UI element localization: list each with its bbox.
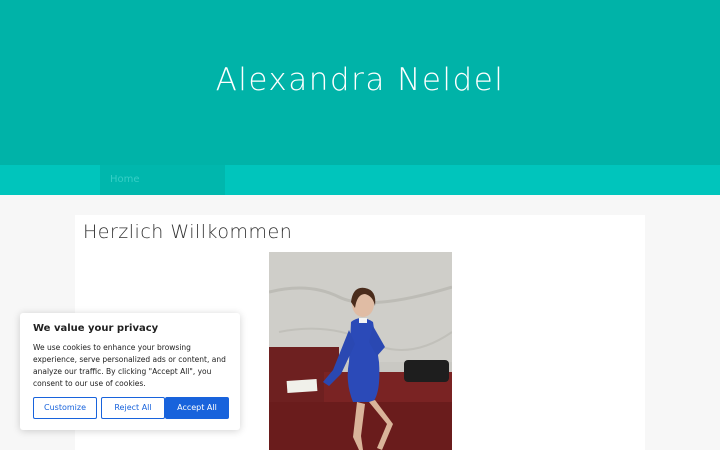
site-header: Alexandra Neldel: [0, 0, 720, 165]
featured-photo: [269, 252, 452, 450]
nav-item-home[interactable]: Home: [100, 165, 225, 195]
cookie-title: We value your privacy: [33, 323, 159, 334]
cookie-description: We use cookies to enhance your browsing …: [33, 343, 226, 388]
customize-button[interactable]: Customize: [33, 397, 97, 419]
site-title[interactable]: Alexandra Neldel: [0, 62, 720, 98]
reject-all-button[interactable]: Reject All: [101, 397, 165, 419]
photo-illustration: [269, 252, 452, 450]
accept-all-button[interactable]: Accept All: [165, 397, 229, 419]
cookie-consent-banner: We value your privacy We use cookies to …: [20, 313, 240, 430]
page-title: Herzlich Willkommen: [83, 221, 293, 243]
main-navigation: Home: [0, 165, 720, 195]
